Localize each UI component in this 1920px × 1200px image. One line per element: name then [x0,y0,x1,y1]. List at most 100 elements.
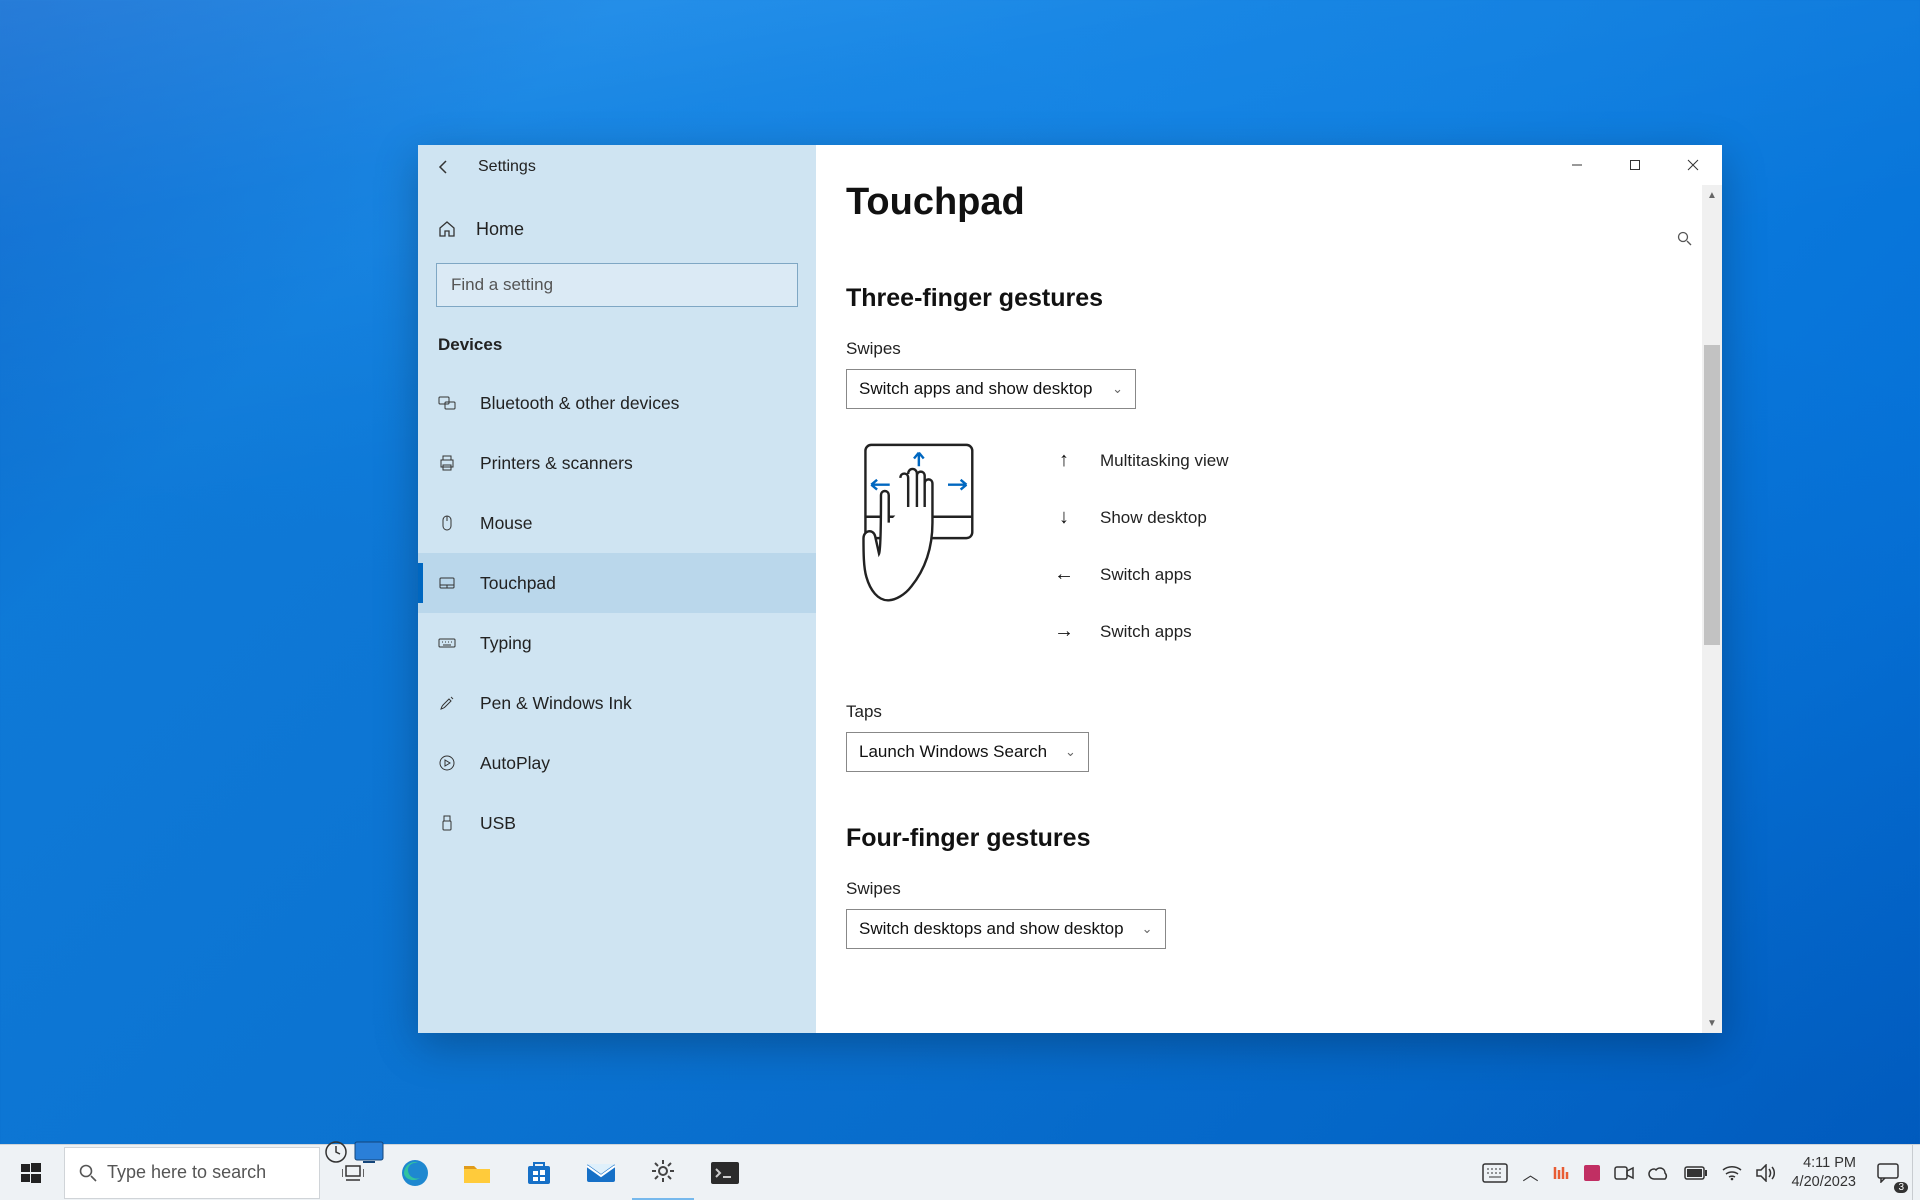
taskbar-clock[interactable]: 4:11 PM 4/20/2023 [1783,1154,1864,1192]
scrollbar[interactable]: ▲ ▼ [1702,185,1722,1033]
tray-app1[interactable] [1545,1145,1577,1200]
app-icon [1552,1164,1570,1182]
show-desktop-button[interactable] [1912,1145,1920,1200]
scroll-up-icon[interactable]: ▲ [1702,185,1722,205]
combo-value: Switch desktops and show desktop [859,919,1124,939]
combo-value: Switch apps and show desktop [859,379,1092,399]
sidebar-item-pen[interactable]: Pen & Windows Ink [418,673,816,733]
taskbar-app-edge[interactable] [384,1145,446,1200]
terminal-icon [711,1162,739,1184]
sidebar-item-mouse[interactable]: Mouse [418,493,816,553]
gesture-diagram-block: ↑ Multitasking view ↓ Show desktop ← Swi… [846,441,1692,684]
titlebar: Settings [418,145,816,189]
nav-list: Bluetooth & other devices Printers & sca… [418,373,816,853]
sidebar-item-typing[interactable]: Typing [418,613,816,673]
battery-icon [1684,1166,1708,1180]
mail-icon [586,1161,616,1185]
four-swipes-combo[interactable]: Switch desktops and show desktop ⌄ [846,909,1166,949]
chevron-down-icon: ⌄ [1112,381,1123,397]
tray-overflow[interactable]: ︿ [1515,1145,1545,1200]
sidebar-item-printers[interactable]: Printers & scanners [418,433,816,493]
page-title: Touchpad [846,181,1692,224]
taskview-icon [342,1164,364,1182]
settings-page: Touchpad Three-finger gestures Swipes Sw… [816,145,1722,985]
tray-app2[interactable] [1577,1145,1607,1200]
gesture-label: Switch apps [1100,565,1192,585]
tray-battery[interactable] [1677,1145,1715,1200]
sidebar-item-label: Touchpad [480,573,556,594]
chevron-down-icon: ⌄ [1142,921,1153,937]
arrow-down-icon: ↓ [1054,506,1074,529]
clock-date: 4/20/2023 [1791,1173,1856,1192]
gesture-label: Multitasking view [1100,451,1229,471]
tray-onedrive[interactable] [1641,1145,1677,1200]
action-center-button[interactable]: 3 [1864,1145,1912,1200]
touchpad-icon [438,574,460,592]
combo-value: Launch Windows Search [859,742,1047,762]
arrow-left-icon: ← [1054,563,1074,586]
chevron-down-icon: ⌄ [1065,744,1076,760]
close-button[interactable] [1664,145,1722,185]
sidebar-item-usb[interactable]: USB [418,793,816,853]
system-tray: ︿ 4:11 PM 4/20/2023 3 [1475,1145,1920,1200]
scroll-thumb[interactable] [1704,345,1720,645]
content-area: Touchpad Three-finger gestures Swipes Sw… [816,145,1722,1033]
edge-icon [400,1158,430,1188]
notification-badge: 3 [1894,1182,1908,1193]
taskbar-app-settings[interactable] [632,1145,694,1200]
sidebar-item-touchpad[interactable]: Touchpad [418,553,816,613]
sidebar-home[interactable]: Home [418,205,816,253]
taskbar-app-mail[interactable] [570,1145,632,1200]
windows-icon [21,1163,41,1183]
camera-icon [1614,1165,1634,1181]
tray-meet-now[interactable] [1607,1145,1641,1200]
search-input[interactable] [436,263,798,307]
taskbar: Type here to search ︿ 4:1 [0,1144,1920,1200]
bluetooth-icon [438,394,460,412]
gesture-right: → Switch apps [1054,620,1229,643]
gesture-up: ↑ Multitasking view [1054,449,1229,472]
printer-icon [438,454,460,472]
three-finger-heading: Three-finger gestures [846,284,1692,313]
speaker-icon [1756,1164,1776,1182]
taskbar-app-terminal[interactable] [694,1145,756,1200]
wifi-icon [1722,1165,1742,1181]
start-button[interactable] [0,1145,62,1200]
taskbar-app-explorer[interactable] [446,1145,508,1200]
taskbar-search[interactable]: Type here to search [64,1147,320,1199]
tray-ime[interactable] [1475,1145,1515,1200]
scroll-down-icon[interactable]: ▼ [1702,1013,1722,1033]
sidebar-item-bluetooth[interactable]: Bluetooth & other devices [418,373,816,433]
sidebar-item-label: AutoPlay [480,753,550,774]
back-button[interactable] [424,147,464,187]
window-controls [1548,145,1722,185]
four-finger-heading: Four-finger gestures [846,824,1692,853]
minimize-button[interactable] [1548,145,1606,185]
sidebar-item-label: Typing [480,633,532,654]
three-swipes-combo[interactable]: Switch apps and show desktop ⌄ [846,369,1136,409]
chevron-up-icon: ︿ [1522,1161,1538,1185]
gesture-label: Switch apps [1100,622,1192,642]
store-icon [526,1160,552,1186]
sidebar-item-autoplay[interactable]: AutoPlay [418,733,816,793]
sidebar-item-label: Pen & Windows Ink [480,693,632,714]
usb-icon [438,814,460,832]
tray-wifi[interactable] [1715,1145,1749,1200]
gesture-down: ↓ Show desktop [1054,506,1229,529]
folder-icon [463,1161,491,1185]
sidebar-item-label: USB [480,813,516,834]
settings-window: Settings Home Devices Bluetooth & other … [418,145,1722,1033]
gesture-label: Show desktop [1100,508,1207,528]
settings-sidebar: Settings Home Devices Bluetooth & other … [418,145,816,1033]
tray-volume[interactable] [1749,1145,1783,1200]
sidebar-item-label: Printers & scanners [480,453,633,474]
notification-icon [1877,1163,1899,1183]
maximize-button[interactable] [1606,145,1664,185]
search-icon [79,1164,97,1182]
home-label: Home [476,219,524,240]
arrow-left-icon [436,159,452,175]
three-taps-combo[interactable]: Launch Windows Search ⌄ [846,732,1089,772]
desktop-widget [324,1140,384,1164]
taskbar-app-store[interactable] [508,1145,570,1200]
swipes-label: Swipes [846,339,1692,359]
